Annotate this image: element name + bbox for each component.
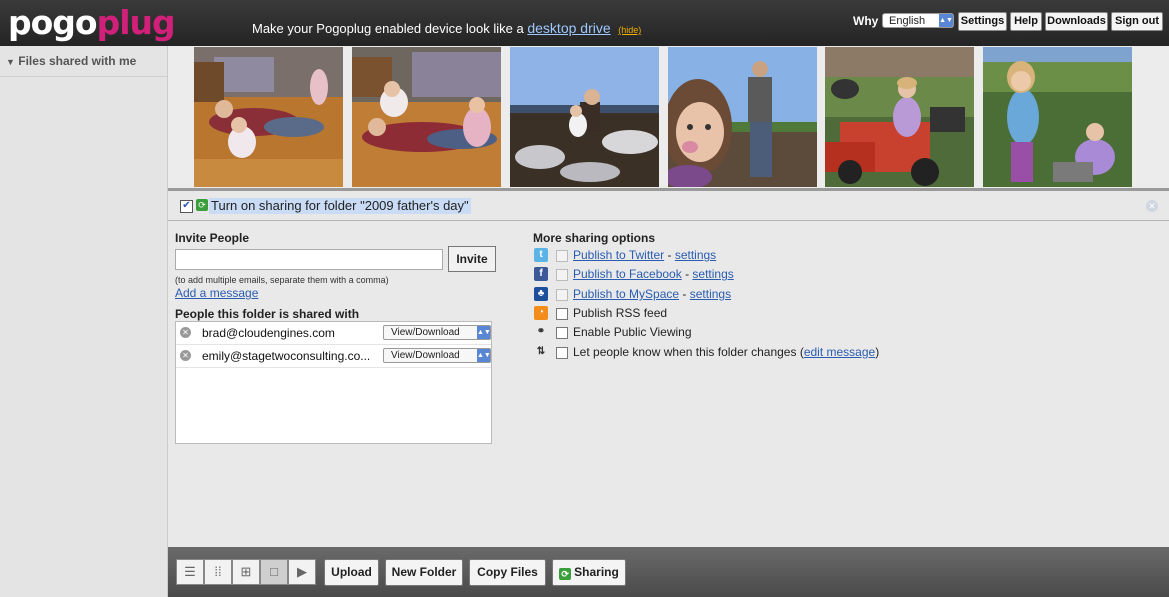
publish-facebook-link[interactable]: Publish to Facebook: [573, 267, 682, 281]
share-toggle-bar: ✔ ⟳ Turn on sharing for folder "2009 fat…: [168, 188, 1169, 221]
add-message-link[interactable]: Add a message: [175, 286, 258, 300]
sharing-button[interactable]: ⟳ Sharing: [552, 559, 626, 586]
expand-triangle-icon: ▼: [6, 57, 15, 67]
photo-thumbnail[interactable]: [510, 47, 659, 187]
sidebar-section-title: Files shared with me: [18, 54, 137, 68]
language-select[interactable]: English ▲▼: [882, 13, 954, 28]
permission-value: View/Download: [391, 327, 460, 338]
photo-thumbnail[interactable]: [983, 47, 1132, 187]
facebook-settings-link[interactable]: settings: [692, 267, 733, 281]
sign-out-button[interactable]: Sign out: [1111, 12, 1163, 31]
rss-icon: ◔: [534, 306, 548, 320]
shared-people-list: ✕ brad@cloudengines.com View/Download ▲▼…: [175, 321, 492, 444]
single-view-icon[interactable]: □: [260, 559, 288, 585]
settings-button[interactable]: Settings: [958, 12, 1007, 31]
invite-email-input[interactable]: [175, 249, 443, 270]
share-folder-checkbox[interactable]: ✔: [180, 200, 193, 213]
sharing-panel: Invite People Invite (to add multiple em…: [168, 221, 1169, 547]
sharing-icon: ⟳: [196, 199, 208, 211]
person-email: emily@stagetwoconsulting.co...: [202, 349, 371, 363]
permission-value: View/Download: [391, 350, 460, 361]
bottom-toolbar: ☰ ⁞⁞ ⊞ □ ▶ Upload New Folder Copy Files …: [168, 547, 1169, 597]
photo-thumbnail[interactable]: [664, 47, 817, 188]
view-mode-group: ☰ ⁞⁞ ⊞ □ ▶: [176, 559, 316, 585]
permission-select[interactable]: View/Download ▲▼: [383, 325, 491, 340]
twitter-settings-link[interactable]: settings: [675, 248, 716, 262]
publish-twitter-link[interactable]: Publish to Twitter: [573, 248, 664, 262]
public-viewing-checkbox[interactable]: [556, 327, 568, 339]
rss-label: Publish RSS feed: [573, 306, 668, 320]
photo-thumbnail[interactable]: [825, 47, 974, 187]
small-grid-icon[interactable]: ⁞⁞: [204, 559, 232, 585]
logo-text-plug: plug: [96, 3, 176, 42]
link-icon: ⚭: [536, 326, 546, 337]
invite-hint: (to add multiple emails, separate them w…: [175, 275, 389, 285]
pogoplug-logo[interactable]: pogoplug: [8, 3, 176, 42]
photo-thumbnail[interactable]: [194, 47, 343, 187]
sidebar: ▼ Files shared with me: [0, 46, 168, 597]
close-icon[interactable]: ✕: [1146, 200, 1158, 212]
copy-files-button[interactable]: Copy Files: [469, 559, 546, 586]
logo-text-pogo: pogo: [8, 3, 98, 42]
select-arrows-icon: ▲▼: [939, 14, 953, 27]
promo-banner: Make your Pogoplug enabled device look l…: [252, 20, 641, 36]
top-bar: pogoplug Make your Pogoplug enabled devi…: [0, 0, 1169, 46]
remove-person-icon[interactable]: ✕: [180, 327, 191, 338]
twitter-checkbox[interactable]: [556, 250, 568, 262]
twitter-icon: t: [534, 248, 548, 262]
remove-person-icon[interactable]: ✕: [180, 350, 191, 361]
facebook-checkbox[interactable]: [556, 269, 568, 281]
shared-with-title: People this folder is shared with: [175, 307, 360, 321]
permission-select[interactable]: View/Download ▲▼: [383, 348, 491, 363]
myspace-checkbox[interactable]: [556, 289, 568, 301]
select-arrows-icon: ▲▼: [477, 349, 491, 362]
select-arrows-icon: ▲▼: [477, 326, 491, 339]
rss-checkbox[interactable]: [556, 308, 568, 320]
desktop-drive-link[interactable]: desktop drive: [527, 20, 610, 36]
myspace-icon: ♣: [534, 287, 548, 301]
shared-person-row: ✕ emily@stagetwoconsulting.co... View/Do…: [176, 345, 491, 368]
sharing-icon: ⟳: [559, 568, 572, 580]
list-view-icon[interactable]: ☰: [176, 559, 204, 585]
invite-button[interactable]: Invite: [448, 246, 496, 272]
publish-myspace-link[interactable]: Publish to MySpace: [573, 287, 679, 301]
invite-people-title: Invite People: [175, 231, 250, 245]
more-sharing-options-title: More sharing options: [533, 231, 656, 245]
language-selected-value: English: [889, 15, 926, 27]
upload-button[interactable]: Upload: [324, 559, 379, 586]
why-label[interactable]: Why: [853, 14, 878, 28]
notify-label: Let people know when this folder changes…: [573, 345, 804, 359]
files-shared-with-me-header[interactable]: ▼ Files shared with me: [0, 46, 167, 77]
sharing-button-label: Sharing: [574, 565, 619, 579]
facebook-icon: f: [534, 267, 548, 281]
myspace-settings-link[interactable]: settings: [690, 287, 731, 301]
photo-thumbnail[interactable]: [352, 47, 501, 187]
notify-label-end: ): [875, 345, 880, 359]
promo-text: Make your Pogoplug enabled device look l…: [252, 21, 524, 36]
notify-checkbox[interactable]: [556, 347, 568, 359]
public-viewing-label: Enable Public Viewing: [573, 325, 692, 339]
photo-thumbnail-strip: [168, 46, 1169, 188]
hide-promo-link[interactable]: (hide): [618, 25, 641, 35]
downloads-button[interactable]: Downloads: [1045, 12, 1108, 31]
slideshow-play-icon[interactable]: ▶: [288, 559, 316, 585]
shared-person-row: ✕ brad@cloudengines.com View/Download ▲▼: [176, 322, 491, 345]
edit-message-link[interactable]: edit message: [804, 345, 875, 359]
share-folder-label: Turn on sharing for folder "2009 father'…: [209, 198, 471, 214]
refresh-icon: ⇅: [536, 346, 546, 357]
new-folder-button[interactable]: New Folder: [385, 559, 463, 586]
help-button[interactable]: Help: [1010, 12, 1042, 31]
person-email: brad@cloudengines.com: [202, 326, 335, 340]
large-grid-icon[interactable]: ⊞: [232, 559, 260, 585]
